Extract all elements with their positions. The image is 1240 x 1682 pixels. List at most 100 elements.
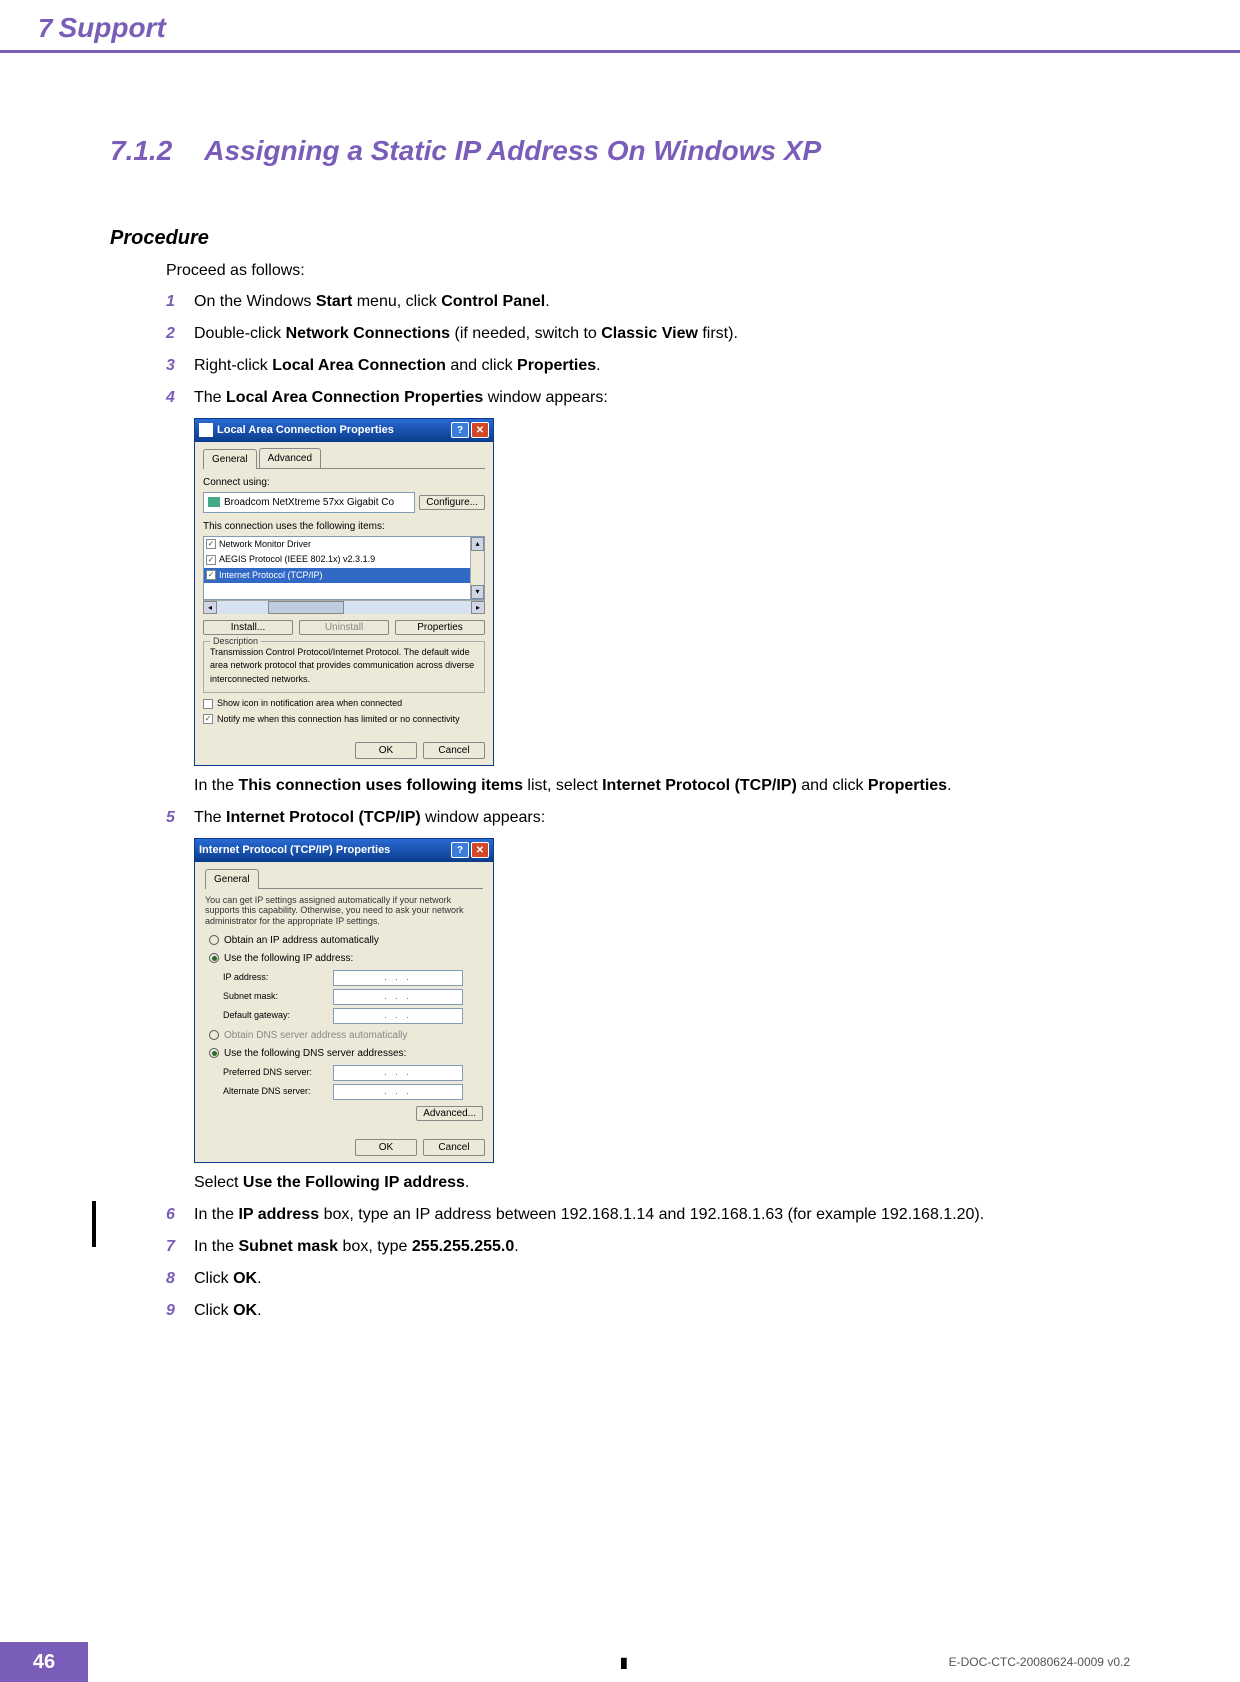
checkbox-icon[interactable] bbox=[206, 555, 216, 565]
adapter-dropdown[interactable]: Broadcom NetXtreme 57xx Gigabit Co bbox=[203, 492, 415, 513]
checkbox-icon[interactable] bbox=[203, 714, 213, 724]
description-legend: Description bbox=[210, 635, 261, 649]
preferred-dns-label: Preferred DNS server: bbox=[223, 1066, 333, 1080]
radio-icon[interactable] bbox=[209, 1048, 219, 1058]
radio-obtain-dns: Obtain DNS server address automatically bbox=[209, 1028, 483, 1043]
step-number: 4 bbox=[166, 386, 175, 410]
step-7: 7 In the Subnet mask box, type 255.255.2… bbox=[166, 1235, 1130, 1259]
default-gateway-label: Default gateway: bbox=[223, 1009, 333, 1023]
scroll-left-icon[interactable]: ◂ bbox=[203, 601, 217, 614]
ok-button[interactable]: OK bbox=[355, 742, 417, 759]
document-id: E-DOC-CTC-20080624-0009 v0.2 bbox=[949, 1655, 1130, 1669]
help-button[interactable]: ? bbox=[451, 842, 469, 858]
steps-list: 1 On the Windows Start menu, click Contr… bbox=[166, 290, 1130, 1323]
step-6: 6 In the IP address box, type an IP addr… bbox=[166, 1203, 1130, 1227]
window-title: Local Area Connection Properties bbox=[217, 422, 394, 439]
step-8: 8 Click OK. bbox=[166, 1267, 1130, 1291]
tab-row: General Advanced bbox=[203, 448, 485, 469]
items-label: This connection uses the following items… bbox=[203, 519, 485, 534]
scroll-down-icon[interactable]: ▾ bbox=[471, 585, 484, 599]
screenshot-lacp: Local Area Connection Properties ? ✕ Gen… bbox=[194, 418, 1130, 766]
step-1: 1 On the Windows Start menu, click Contr… bbox=[166, 290, 1130, 314]
procedure-intro: Proceed as follows: bbox=[166, 262, 1130, 280]
preferred-dns-input[interactable]: . . . bbox=[333, 1065, 463, 1081]
radio-use-ip[interactable]: Use the following IP address: bbox=[209, 951, 483, 966]
subnet-mask-input[interactable]: . . . bbox=[333, 989, 463, 1005]
section-number: 7.1.2 bbox=[110, 135, 172, 166]
preferred-dns-row: Preferred DNS server: . . . bbox=[223, 1065, 483, 1081]
uninstall-button[interactable]: Uninstall bbox=[299, 620, 389, 635]
window-icon bbox=[199, 423, 213, 437]
list-item-selected[interactable]: Internet Protocol (TCP/IP) bbox=[204, 568, 484, 584]
page-number: 46 bbox=[0, 1642, 88, 1682]
window-title: Internet Protocol (TCP/IP) Properties bbox=[199, 842, 390, 859]
radio-use-dns[interactable]: Use the following DNS server addresses: bbox=[209, 1046, 483, 1061]
network-adapter-icon bbox=[208, 497, 220, 507]
radio-icon[interactable] bbox=[209, 935, 219, 945]
step-number: 6 bbox=[166, 1203, 175, 1227]
step-number: 5 bbox=[166, 806, 175, 830]
radio-icon[interactable] bbox=[209, 953, 219, 963]
checkbox-icon[interactable] bbox=[206, 570, 216, 580]
close-button[interactable]: ✕ bbox=[471, 842, 489, 858]
properties-button[interactable]: Properties bbox=[395, 620, 485, 635]
checkbox-icon[interactable] bbox=[203, 699, 213, 709]
page-header: 7 Support bbox=[0, 0, 1240, 53]
description-fieldset: Description Transmission Control Protoco… bbox=[203, 641, 485, 694]
checkbox-icon[interactable] bbox=[206, 539, 216, 549]
screenshot-tcpip: Internet Protocol (TCP/IP) Properties ? … bbox=[194, 838, 1130, 1163]
step-2: 2 Double-click Network Connections (if n… bbox=[166, 322, 1130, 346]
page-footer: 46 ▮ E-DOC-CTC-20080624-0009 v0.2 bbox=[0, 1642, 1240, 1682]
procedure-heading: Procedure bbox=[110, 227, 1130, 250]
section-title: Assigning a Static IP Address On Windows… bbox=[204, 135, 821, 166]
step-number: 7 bbox=[166, 1235, 175, 1259]
step-3: 3 Right-click Local Area Connection and … bbox=[166, 354, 1130, 378]
dialog-lacp: Local Area Connection Properties ? ✕ Gen… bbox=[194, 418, 494, 766]
ip-address-input[interactable]: . . . bbox=[333, 970, 463, 986]
list-item[interactable]: Network Monitor Driver bbox=[204, 537, 484, 553]
default-gateway-input[interactable]: . . . bbox=[333, 1008, 463, 1024]
cancel-button[interactable]: Cancel bbox=[423, 1139, 485, 1156]
alternate-dns-input[interactable]: . . . bbox=[333, 1084, 463, 1100]
help-button[interactable]: ? bbox=[451, 422, 469, 438]
vertical-scrollbar[interactable]: ▴ ▾ bbox=[470, 537, 484, 599]
radio-obtain-ip[interactable]: Obtain an IP address automatically bbox=[209, 933, 483, 948]
alternate-dns-row: Alternate DNS server: . . . bbox=[223, 1084, 483, 1100]
tab-row: General bbox=[205, 868, 483, 889]
connect-using-label: Connect using: bbox=[203, 475, 485, 490]
alternate-dns-label: Alternate DNS server: bbox=[223, 1085, 333, 1099]
horizontal-scrollbar[interactable]: ◂ ▸ bbox=[203, 600, 485, 614]
page-content: 7.1.2 Assigning a Static IP Address On Wi… bbox=[0, 55, 1240, 1323]
show-icon-checkbox-row[interactable]: Show icon in notification area when conn… bbox=[203, 697, 485, 711]
close-button[interactable]: ✕ bbox=[471, 422, 489, 438]
advanced-button[interactable]: Advanced... bbox=[416, 1106, 483, 1121]
tab-advanced[interactable]: Advanced bbox=[259, 448, 321, 468]
items-listbox[interactable]: Network Monitor Driver AEGIS Protocol (I… bbox=[203, 536, 485, 600]
tab-general[interactable]: General bbox=[203, 449, 257, 469]
adapter-name: Broadcom NetXtreme 57xx Gigabit Co bbox=[224, 495, 394, 510]
configure-button[interactable]: Configure... bbox=[419, 495, 485, 510]
list-item[interactable]: AEGIS Protocol (IEEE 802.1x) v2.3.1.9 bbox=[204, 552, 484, 568]
step-number: 1 bbox=[166, 290, 175, 314]
description-text: Transmission Control Protocol/Internet P… bbox=[210, 647, 474, 684]
scroll-up-icon[interactable]: ▴ bbox=[471, 537, 484, 551]
scroll-right-icon[interactable]: ▸ bbox=[471, 601, 485, 614]
step-5: 5 The Internet Protocol (TCP/IP) window … bbox=[166, 806, 1130, 1195]
scroll-track[interactable] bbox=[217, 601, 471, 614]
step-9: 9 Click OK. bbox=[166, 1299, 1130, 1323]
change-bar bbox=[92, 1201, 96, 1247]
cancel-button[interactable]: Cancel bbox=[423, 742, 485, 759]
step-number: 8 bbox=[166, 1267, 175, 1291]
install-button[interactable]: Install... bbox=[203, 620, 293, 635]
info-paragraph: You can get IP settings assigned automat… bbox=[205, 895, 483, 927]
dialog-tcpip: Internet Protocol (TCP/IP) Properties ? … bbox=[194, 838, 494, 1163]
titlebar: Internet Protocol (TCP/IP) Properties ? … bbox=[195, 839, 493, 862]
scroll-thumb[interactable] bbox=[268, 601, 344, 614]
step-number: 2 bbox=[166, 322, 175, 346]
subnet-mask-row: Subnet mask: . . . bbox=[223, 989, 483, 1005]
tab-general[interactable]: General bbox=[205, 869, 259, 889]
step-number: 3 bbox=[166, 354, 175, 378]
notify-checkbox-row[interactable]: Notify me when this connection has limit… bbox=[203, 713, 485, 727]
ok-button[interactable]: OK bbox=[355, 1139, 417, 1156]
chapter-title: Support bbox=[58, 12, 165, 44]
